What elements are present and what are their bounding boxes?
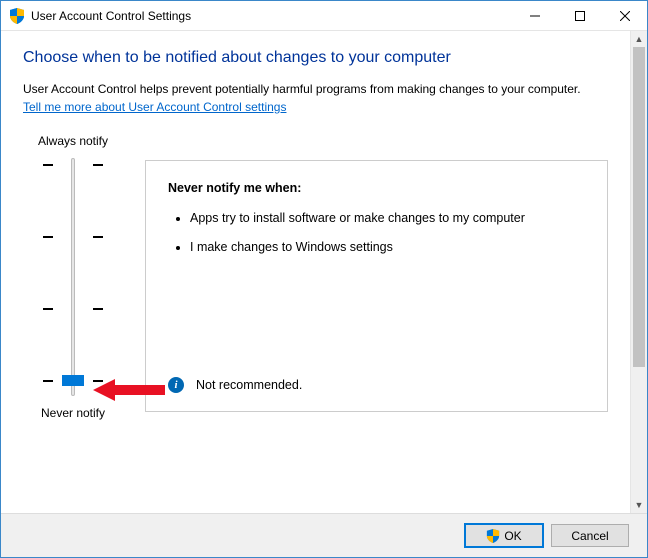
slider-thumb[interactable] xyxy=(62,375,84,386)
scroll-down-arrow[interactable]: ▼ xyxy=(631,497,647,513)
info-icon: i xyxy=(168,377,184,393)
dialog-footer: OK Cancel xyxy=(1,513,647,557)
maximize-button[interactable] xyxy=(557,1,602,30)
page-heading: Choose when to be notified about changes… xyxy=(23,49,608,67)
content-area: Choose when to be notified about changes… xyxy=(1,31,630,513)
slider-label-always: Always notify xyxy=(38,134,108,148)
shield-icon xyxy=(9,8,25,24)
minimize-button[interactable] xyxy=(512,1,557,30)
titlebar: User Account Control Settings xyxy=(1,1,647,31)
cancel-button[interactable]: Cancel xyxy=(551,524,629,547)
ok-button[interactable]: OK xyxy=(465,524,543,547)
slider-label-never: Never notify xyxy=(41,406,105,420)
vertical-scrollbar[interactable]: ▲ ▼ xyxy=(630,31,647,513)
help-link[interactable]: Tell me more about User Account Control … xyxy=(23,100,286,114)
scrollbar-thumb[interactable] xyxy=(633,47,645,367)
notification-slider[interactable] xyxy=(43,158,103,396)
close-button[interactable] xyxy=(602,1,647,30)
status-text: Not recommended. xyxy=(196,378,302,392)
panel-title: Never notify me when: xyxy=(168,181,585,195)
window-title: User Account Control Settings xyxy=(31,9,512,23)
shield-icon xyxy=(486,529,500,543)
panel-item: I make changes to Windows settings xyxy=(190,238,585,257)
description-text: User Account Control helps prevent poten… xyxy=(23,81,608,98)
notification-detail-panel: Never notify me when: Apps try to instal… xyxy=(145,160,608,412)
panel-item: Apps try to install software or make cha… xyxy=(190,209,585,228)
scroll-up-arrow[interactable]: ▲ xyxy=(631,31,647,47)
